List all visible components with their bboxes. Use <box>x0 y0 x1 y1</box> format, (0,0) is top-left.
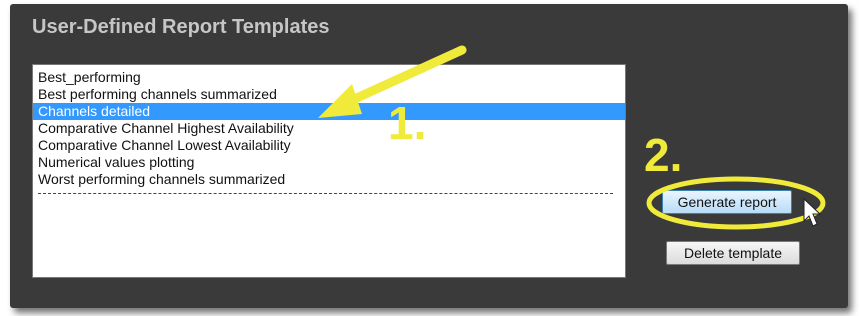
template-item-best-performing[interactable]: Best_performing <box>33 69 625 86</box>
template-item-channels-detailed[interactable]: Channels detailed <box>33 103 625 120</box>
template-item-best-performing-channels-summarized[interactable]: Best performing channels summarized <box>33 86 625 103</box>
delete-template-button[interactable]: Delete template <box>666 241 800 265</box>
template-item-comparative-lowest-availability[interactable]: Comparative Channel Lowest Availability <box>33 137 625 154</box>
template-item-numerical-values-plotting[interactable]: Numerical values plotting <box>33 154 625 171</box>
panel-title: User-Defined Report Templates <box>32 16 330 38</box>
step-1-label: 1. <box>388 97 427 149</box>
template-item-comparative-highest-availability[interactable]: Comparative Channel Highest Availability <box>33 120 625 137</box>
list-separator <box>38 193 613 194</box>
template-listbox[interactable]: Best_performing Best performing channels… <box>32 64 626 278</box>
generate-report-button[interactable]: Generate report <box>662 190 792 214</box>
template-item-worst-performing-channels-summarized[interactable]: Worst performing channels summarized <box>33 171 625 188</box>
step-2-label: 2. <box>644 129 683 181</box>
